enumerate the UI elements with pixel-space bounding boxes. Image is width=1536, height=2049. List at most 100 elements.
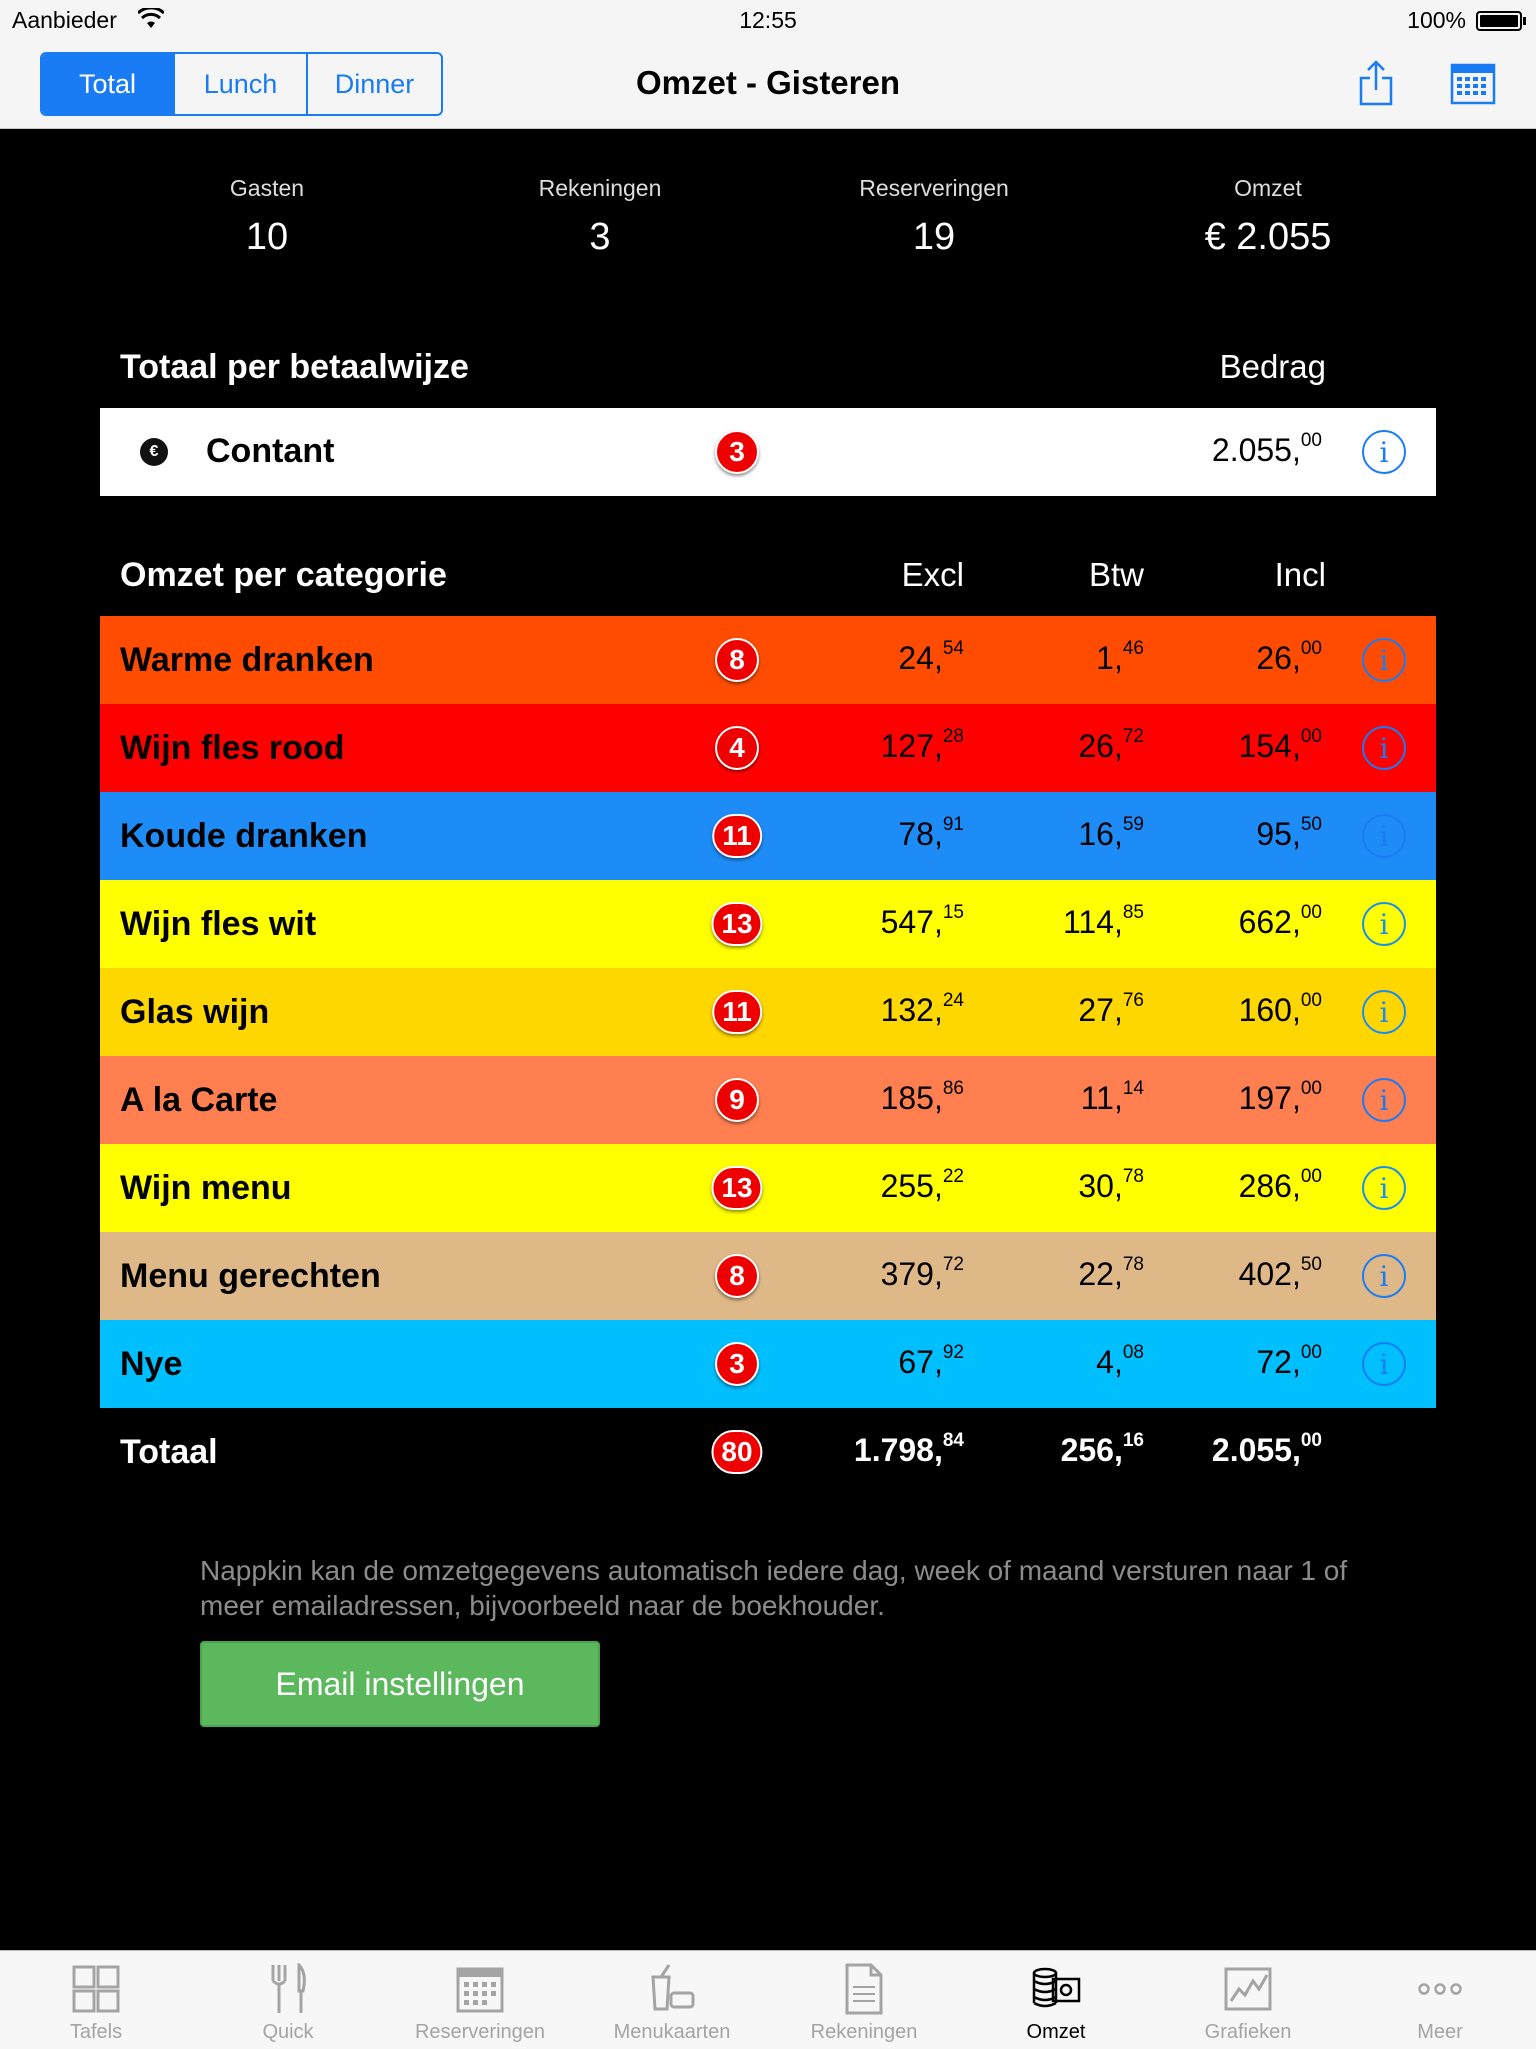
segment-total[interactable]: Total: [42, 54, 175, 114]
segment-dinner[interactable]: Dinner: [308, 54, 441, 114]
stat-label: Reserveringen: [859, 175, 1009, 201]
tab-label: Meer: [1417, 2021, 1463, 2043]
segment-lunch[interactable]: Lunch: [175, 54, 308, 114]
tab-rekeningen[interactable]: Rekeningen: [768, 1951, 960, 2049]
amount-header: Bedrag: [1219, 348, 1326, 385]
stat-value: 10: [245, 216, 289, 258]
tab-reserveringen[interactable]: Reserveringen: [384, 1951, 576, 2049]
total-label: Totaal: [120, 1433, 218, 1471]
calendar-icon[interactable]: [1450, 60, 1496, 106]
stat-label: Rekeningen: [538, 175, 662, 201]
tab-tafels[interactable]: Tafels: [0, 1951, 192, 2049]
tab-bar: Tafels Quick Reserveringen Menukaarten R…: [0, 1950, 1536, 2049]
category-row[interactable]: A la Carte 9 185,86 11,14 197,00 i: [100, 1056, 1436, 1144]
stat-omzet: Omzet € 2.055: [1138, 175, 1398, 259]
category-row[interactable]: Nye 3 67,92 4,08 72,00 i: [100, 1320, 1436, 1408]
count-badge: 13: [711, 902, 763, 946]
category-row[interactable]: Wijn menu 13 255,22 30,78 286,00 i: [100, 1144, 1436, 1232]
tab-grafieken[interactable]: Grafieken: [1152, 1951, 1344, 2049]
excl-amount: 379,72: [880, 1254, 964, 1292]
stat-value: 3: [589, 216, 611, 258]
tab-meer[interactable]: Meer: [1344, 1951, 1536, 2049]
incl-amount: 72,00: [1256, 1342, 1322, 1380]
btw-amount: 11,14: [1080, 1078, 1144, 1116]
btw-amount: 114,85: [1062, 902, 1144, 940]
payment-amount: 2.055,00: [1211, 430, 1322, 468]
category-name: Wijn fles wit: [120, 905, 317, 943]
info-icon[interactable]: i: [1362, 1342, 1406, 1386]
tab-label: Quick: [262, 2021, 314, 2043]
stat-value: 19: [912, 216, 956, 258]
calendar-icon: [456, 1967, 504, 2013]
tables-grid-icon: [72, 1965, 120, 2013]
category-row[interactable]: Warme dranken 8 24,54 1,46 26,00 i: [100, 616, 1436, 704]
count-badge: 8: [715, 638, 759, 682]
count-badge: 3: [715, 1342, 759, 1386]
category-name: Nye: [120, 1345, 183, 1383]
category-name: Warme dranken: [120, 641, 374, 679]
stat-reserveringen: Reserveringen 19: [804, 175, 1064, 259]
category-row[interactable]: Glas wijn 11 132,24 27,76 160,00 i: [100, 968, 1436, 1056]
incl-header: Incl: [1274, 556, 1326, 593]
category-row[interactable]: Wijn fles rood 4 127,28 26,72 154,00 i: [100, 704, 1436, 792]
excl-amount: 547,15: [880, 902, 964, 940]
tab-label: Reserveringen: [414, 2021, 546, 2043]
category-row[interactable]: Wijn fles wit 13 547,15 114,85 662,00 i: [100, 880, 1436, 968]
incl-amount: 197,00: [1238, 1078, 1322, 1116]
count-badge: 9: [715, 1078, 759, 1122]
share-icon[interactable]: [1356, 58, 1396, 108]
revenue-coins-icon: [1032, 1967, 1081, 2008]
category-name: Glas wijn: [120, 993, 270, 1031]
total-btw: 256,16: [1060, 1430, 1144, 1468]
info-icon[interactable]: i: [1362, 430, 1406, 474]
email-settings-button[interactable]: Email instellingen: [200, 1641, 600, 1727]
info-icon[interactable]: i: [1362, 638, 1406, 682]
more-dots-icon: [1418, 1983, 1462, 1995]
info-icon[interactable]: i: [1362, 902, 1406, 946]
count-badge: 3: [715, 430, 759, 474]
incl-amount: 286,00: [1238, 1166, 1322, 1204]
category-row[interactable]: Menu gerechten 8 379,72 22,78 402,50 i: [100, 1232, 1436, 1320]
info-icon[interactable]: i: [1362, 1166, 1406, 1210]
period-segmented-control: Total Lunch Dinner: [40, 52, 443, 116]
info-icon[interactable]: i: [1362, 990, 1406, 1034]
btw-amount: 22,78: [1078, 1254, 1144, 1292]
btw-amount: 1,46: [1096, 638, 1144, 676]
incl-amount: 154,00: [1238, 726, 1322, 764]
stat-label: Gasten: [229, 175, 305, 201]
excl-amount: 24,54: [898, 638, 964, 676]
info-icon[interactable]: i: [1362, 726, 1406, 770]
tab-label: Rekeningen: [810, 2021, 918, 2043]
battery-percent: 100%: [1407, 7, 1466, 33]
btw-amount: 4,08: [1096, 1342, 1144, 1380]
category-row[interactable]: Koude dranken 11 78,91 16,59 95,50 i: [100, 792, 1436, 880]
incl-amount: 26,00: [1256, 638, 1322, 676]
stat-rekeningen: Rekeningen 3: [470, 175, 730, 259]
category-name: A la Carte: [120, 1081, 278, 1119]
info-icon[interactable]: i: [1362, 814, 1406, 858]
payment-row-contant[interactable]: € Contant 3 2.055,00 i: [100, 408, 1436, 496]
tab-omzet[interactable]: Omzet: [960, 1951, 1152, 2049]
category-name: Koude dranken: [120, 817, 368, 855]
status-bar: Aanbieder 12:55 100%: [0, 0, 1536, 40]
stat-gasten: Gasten 10: [137, 175, 397, 259]
excl-header: Excl: [901, 556, 964, 593]
stat-label: Omzet: [1234, 175, 1302, 201]
info-icon[interactable]: i: [1362, 1078, 1406, 1122]
info-icon[interactable]: i: [1362, 1254, 1406, 1298]
excl-amount: 78,91: [898, 814, 964, 852]
btw-amount: 16,59: [1078, 814, 1144, 852]
incl-amount: 160,00: [1238, 990, 1322, 1028]
battery-icon: [1476, 11, 1526, 31]
excl-amount: 127,28: [880, 726, 964, 764]
tab-quick[interactable]: Quick: [192, 1951, 384, 2049]
incl-amount: 402,50: [1238, 1254, 1322, 1292]
excl-amount: 255,22: [880, 1166, 964, 1204]
menu-drink-icon: [651, 1964, 695, 2011]
euro-coin-icon: €: [140, 438, 168, 466]
count-badge: 11: [712, 990, 762, 1034]
tab-menukaarten[interactable]: Menukaarten: [576, 1951, 768, 2049]
payment-label: Contant: [206, 432, 335, 470]
payment-section-title: Totaal per betaalwijze: [120, 348, 469, 386]
fork-knife-icon: [271, 1963, 306, 2013]
